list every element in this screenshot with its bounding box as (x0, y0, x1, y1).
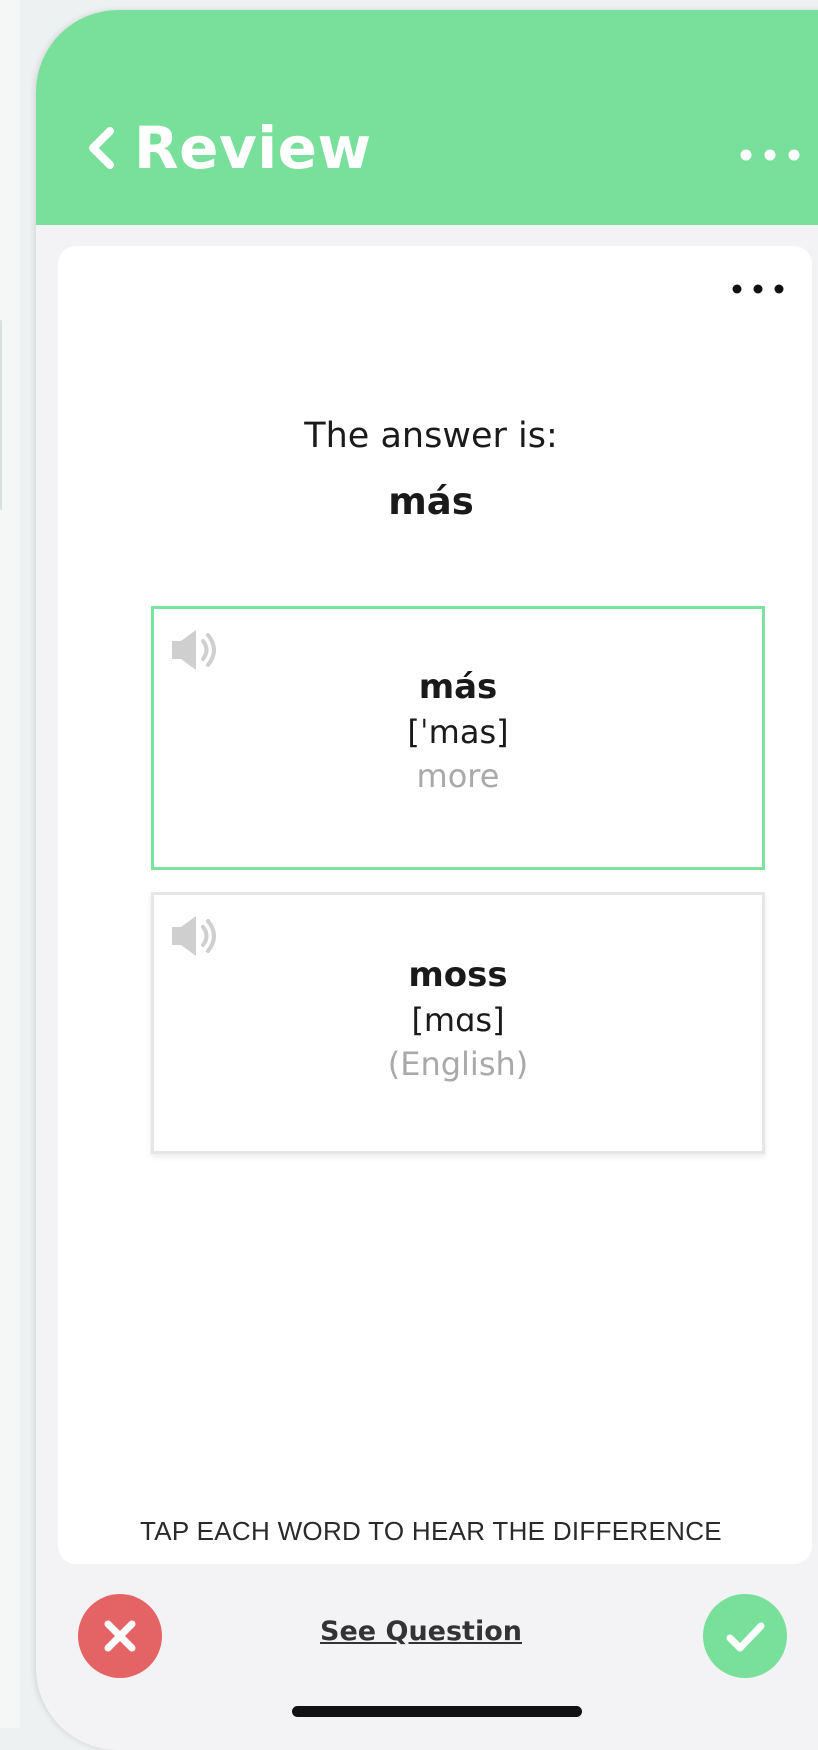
card-more-button[interactable] (724, 274, 794, 304)
header-more-button[interactable] (726, 135, 816, 175)
background-window-edge (0, 0, 20, 1728)
more-horizontal-icon (732, 284, 784, 294)
word-card-other[interactable]: moss [mɑs] (English) (151, 892, 765, 1154)
close-icon (104, 1620, 136, 1652)
more-horizontal-icon (740, 149, 800, 161)
page-title: Review (134, 114, 372, 182)
back-button[interactable]: Review (84, 108, 372, 188)
word-pronunciation: [ˈmas] (407, 713, 509, 751)
word-text: más (418, 667, 498, 707)
phone-frame: Review The answer is: más más [ˈmas] mor… (36, 10, 818, 1750)
speaker-icon[interactable] (168, 911, 224, 961)
review-card: The answer is: más más [ˈmas] more moss … (58, 246, 812, 1564)
mark-correct-button[interactable] (703, 1594, 787, 1678)
word-translation: more (416, 757, 500, 795)
check-icon (726, 1622, 765, 1652)
answer-word: más (388, 480, 474, 523)
answer-label: The answer is: (304, 416, 558, 456)
see-question-link[interactable]: See Question (286, 1616, 556, 1647)
word-text: moss (408, 955, 508, 995)
chevron-left-icon (84, 118, 118, 178)
word-pronunciation: [mɑs] (411, 1001, 505, 1039)
instruction-hint: TAP EACH WORD TO HEAR THE DIFFERENCE (140, 1516, 722, 1546)
app-header: Review (36, 10, 818, 225)
background-window-scrollbar (0, 320, 2, 510)
home-indicator[interactable] (292, 1706, 582, 1717)
word-language-note: (English) (387, 1045, 529, 1083)
mark-incorrect-button[interactable] (78, 1594, 162, 1678)
word-card-correct[interactable]: más [ˈmas] more (151, 606, 765, 870)
